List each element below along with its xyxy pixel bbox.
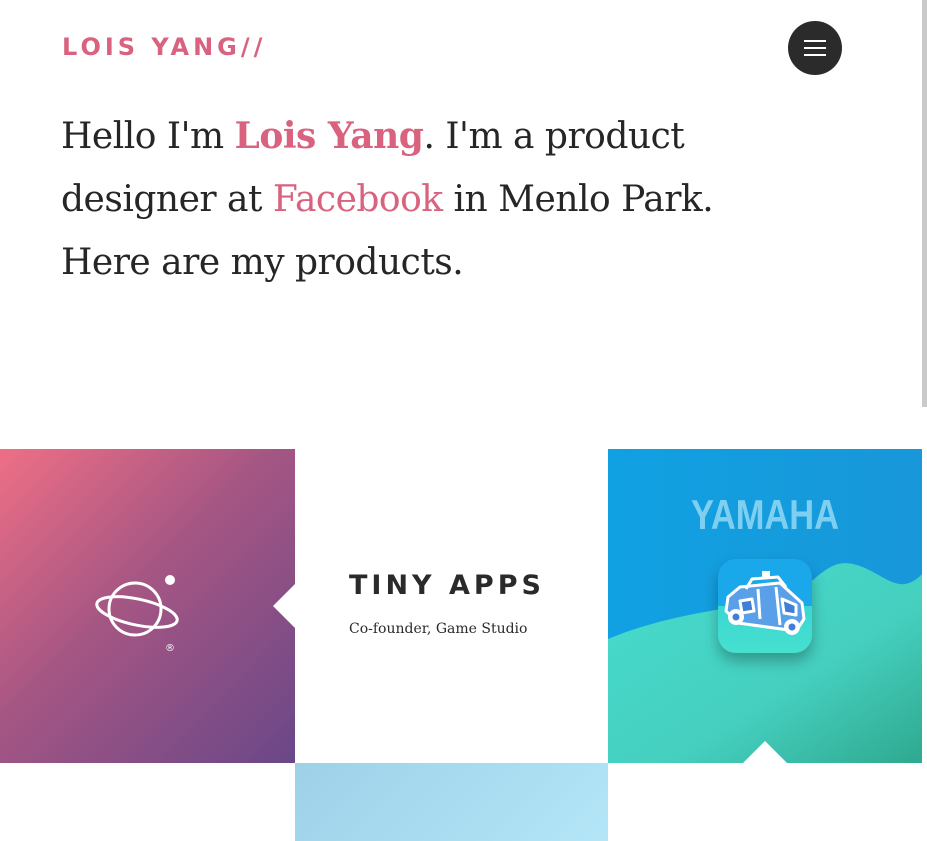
intro-greeting: Hello I'm bbox=[61, 116, 235, 157]
project-title: TINY APPS bbox=[349, 570, 545, 601]
project-subtitle: Co-founder, Game Studio bbox=[349, 621, 528, 637]
hamburger-menu-icon bbox=[804, 40, 826, 42]
pointer-arrow-up bbox=[743, 741, 787, 763]
hamburger-menu-icon-bar bbox=[804, 54, 826, 56]
project-tile-yamaha[interactable]: YAMAHA bbox=[608, 449, 922, 763]
projects-grid: ® TINY APPS Co-founder, Game Studio YAMA… bbox=[0, 449, 922, 841]
project-tile-next[interactable] bbox=[295, 763, 608, 841]
intro-text: Hello I'm Lois Yang. I'm a product desig… bbox=[61, 105, 761, 294]
company-link[interactable]: Facebook bbox=[273, 179, 443, 220]
golf-cart-app-icon bbox=[718, 559, 812, 653]
planet-logo-icon: ® bbox=[95, 575, 179, 653]
intro-name: Lois Yang bbox=[234, 115, 424, 157]
site-logo[interactable]: LOIS YANG// bbox=[62, 31, 266, 63]
hamburger-menu-icon-bar bbox=[804, 47, 826, 49]
project-info-tiny-apps: TINY APPS Co-founder, Game Studio bbox=[273, 449, 608, 763]
project-tile-tiny-apps[interactable]: ® bbox=[0, 449, 295, 763]
menu-button[interactable] bbox=[788, 21, 842, 75]
registered-mark: ® bbox=[165, 643, 175, 653]
pointer-arrow bbox=[273, 584, 295, 628]
yamaha-wordmark: YAMAHA bbox=[691, 491, 839, 538]
page-scrollbar[interactable] bbox=[922, 0, 927, 407]
